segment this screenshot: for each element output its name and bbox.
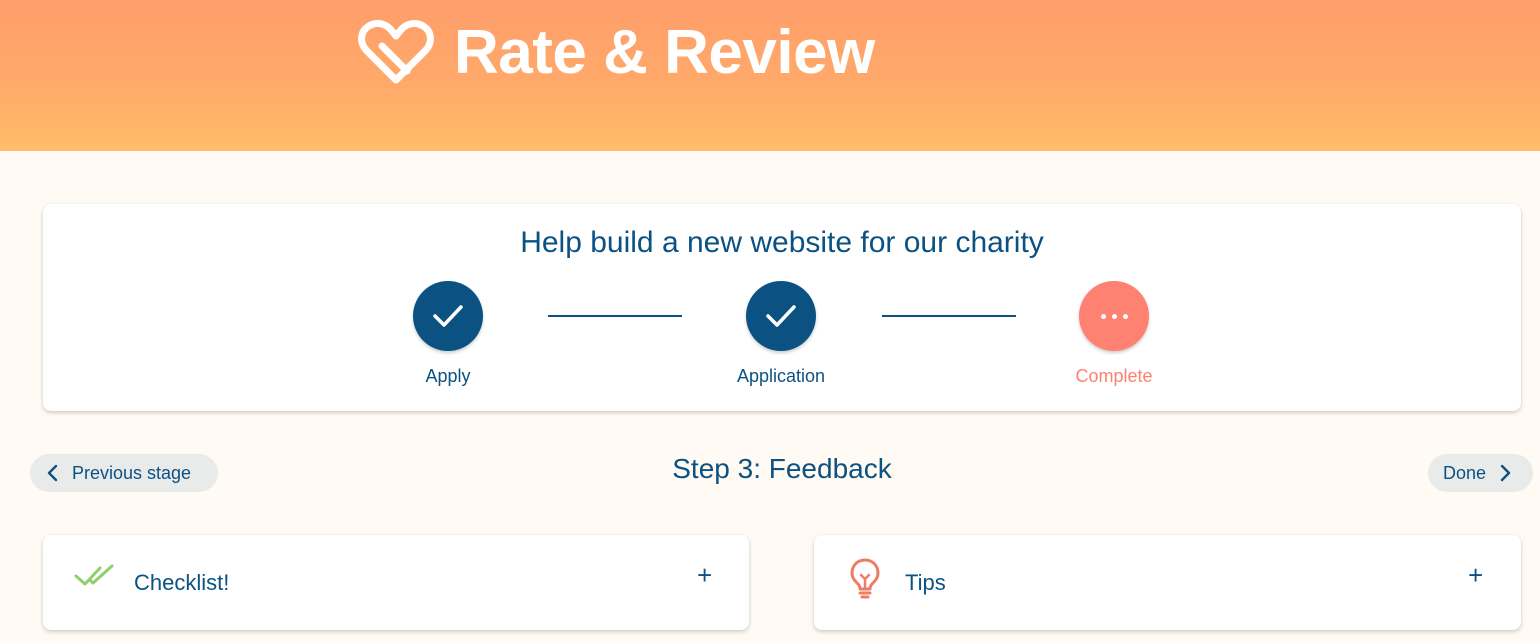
brand[interactable]: Rate & Review [358,18,875,88]
step-label: Apply [425,366,471,386]
app-title: Rate & Review [454,18,875,87]
step-status-current [1079,281,1149,351]
chevron-right-icon [1500,464,1511,482]
project-title: Help build a new website for our charity [520,226,1044,259]
checklist-panel[interactable]: Checklist! + [43,535,749,630]
tips-label: Tips [905,570,946,595]
done-label: Done [1443,462,1487,483]
plus-icon[interactable]: + [1468,562,1483,588]
lightbulb-icon [850,558,880,599]
step-apply: Apply [368,281,528,387]
tips-panel[interactable]: Tips + [814,535,1521,630]
progress-connector [882,315,1016,317]
header-banner: Rate & Review [0,0,1540,151]
heart-icon [358,20,434,84]
more-dots-icon [1100,313,1128,319]
step-label: Application [736,366,826,386]
done-button[interactable]: Done [1428,454,1533,492]
step-heading: Step 3: Feedback [672,453,892,484]
check-icon [766,305,796,327]
step-status-done [413,281,483,351]
progress-card: Help build a new website for our charity… [43,204,1521,411]
step-complete: Complete [1034,281,1194,387]
plus-icon[interactable]: + [697,562,712,588]
step-label: Complete [1075,366,1153,386]
check-icon [433,305,463,327]
checklist-label: Checklist! [134,570,230,595]
step-application: Application [701,281,861,387]
double-check-icon [74,564,114,586]
step-status-done [746,281,816,351]
progress-connector [548,315,682,317]
